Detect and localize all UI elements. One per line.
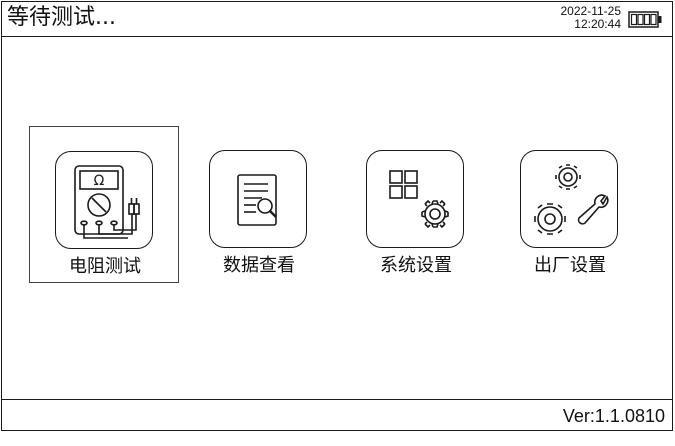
multimeter-icon: Ω [55,151,153,249]
datetime-display: 2022-11-25 12:20:44 [561,5,622,31]
status-title: 等待测试... [7,5,116,30]
svg-text:Ω: Ω [94,173,105,189]
menu-label-factory-settings: 出厂设置 [534,255,606,276]
menu-label-data-view: 数据查看 [223,255,295,276]
version-text: Ver:1.1.0810 [562,406,665,426]
time-text: 12:20:44 [574,17,621,31]
menu-label-resistance-test: 电阻测试 [69,256,141,277]
document-search-icon [209,150,307,248]
menu-item-factory-settings[interactable]: 出厂设置 [495,126,645,283]
grid-gear-icon [366,150,464,248]
menu-item-system-settings[interactable]: 系统设置 [341,126,491,283]
gears-wrench-icon [520,150,618,248]
battery-full-icon [628,11,662,28]
footer-bar: Ver:1.1.0810 [1,399,673,431]
menu-item-resistance-test[interactable]: Ω 电阻测试 [29,126,179,283]
menu-item-data-view[interactable]: 数据查看 [184,126,334,283]
status-bar: 等待测试... 2022-11-25 12:20:44 [1,1,673,37]
menu-label-system-settings: 系统设置 [380,255,452,276]
